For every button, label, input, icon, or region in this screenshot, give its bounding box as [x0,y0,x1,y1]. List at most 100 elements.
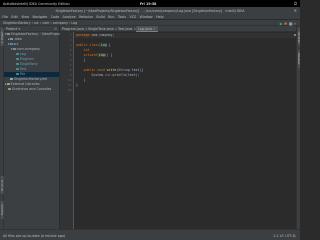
code-text: com.company; [89,33,115,37]
status-message[interactable]: All files are up-to-date (a minute ago) [3,234,65,238]
line-number: 12 [67,88,72,92]
code-text: System. [76,73,105,77]
menu-run[interactable]: Run [108,15,114,19]
class-icon [16,67,19,71]
keyword: package [76,33,90,37]
window-titlebar: SingletonFactory [~/IdeaProjects/Singlet… [0,7,300,14]
menu-file[interactable]: File [2,15,8,19]
menu-view[interactable]: View [21,15,29,19]
breadcrumb-log[interactable]: Log [71,21,77,25]
close-tab-icon[interactable]: × [153,27,156,31]
method-name: write [104,68,117,72]
project-tool-tab[interactable]: 1: Project [0,28,4,46]
menu-code[interactable]: Code [51,15,59,19]
system-tray-icon[interactable]: ⏻ [294,1,297,6]
menu-tools[interactable]: Tools [118,15,126,19]
clock[interactable]: Fri 19:38 [140,2,156,6]
code-line: public class Log { [76,43,111,47]
stop-icon[interactable]: ■ [289,21,293,26]
class-icon [16,72,19,76]
ant-build-tool-tab[interactable]: Ant Build [297,28,301,46]
keyword: private [76,53,98,57]
line-gutter[interactable]: 1 2 3 4 5 6 7 8 9 10 11 12 [60,32,74,229]
folder-icon [6,32,10,36]
package-icon [12,47,16,51]
breadcrumb-src[interactable]: src [34,21,39,25]
tab-label: Log.java [138,27,152,32]
menu-edit[interactable]: Edit [11,15,17,19]
code-text: (String text){ [116,68,144,72]
code-line: public void write(String text){ [76,68,144,72]
menu-window[interactable]: Window [140,15,153,19]
activities-button[interactable]: Activities [3,2,18,6]
gear-icon[interactable]: ⚙ [54,27,57,31]
app-menu[interactable]: IntelliJ IDEA Community Edition [18,2,70,6]
tree-item-label: com.company [16,47,40,52]
window-title: SingletonFactory [~/IdeaProjects/Singlet… [55,8,245,13]
database-tool-tab[interactable]: Database [297,50,301,68]
tree-item-label: .idea [13,37,22,42]
status-bar: All files are up-to-date (a minute ago) … [0,229,300,240]
code-line: package com.company; [76,33,114,37]
code-line: } [76,78,86,82]
line-number: 7 [69,63,72,67]
menu-refactor[interactable]: Refactor [79,15,93,19]
search-icon[interactable]: ⌕ [294,21,296,26]
folder-icon [9,37,13,41]
inspection-ok-icon[interactable] [293,34,296,36]
line-number: 4 [69,48,72,52]
menu-navigate[interactable]: Navigate [33,15,48,19]
line-number: 5 [69,53,72,57]
line-number: 8 [69,68,72,72]
structure-tool-tab[interactable]: Structure [0,176,4,194]
code-text: } [76,58,86,62]
system-top-bar: Activities IntelliJ IDEA Community Editi… [0,0,300,7]
breadcrumb-project[interactable]: SingletonFactory [3,21,31,25]
project-panel: Project ▾ ⚙ ▾ SingletonFactory ~/IdeaProj… [4,26,92,229]
code-text: () { [104,53,113,57]
source-folder-icon [9,42,13,46]
run-toolbar: ▶ ✱ ■ ⌕ [280,21,296,26]
run-icon[interactable]: ▶ [280,21,283,26]
favorites-tool-tab[interactable]: Favorites [0,201,4,219]
line-number: 11 [67,83,72,87]
tree-item-label: Program [19,57,34,62]
tree-item-label: SingletonFactory.iml [14,77,48,82]
class-icon [16,62,19,66]
module-file-icon [10,77,13,81]
right-tool-strip: Ant Build Database [296,26,301,229]
tab-label: SingleTone.java [88,27,114,32]
constructor-name: Log [97,53,105,57]
code-line: System.out.println(text); [76,73,139,77]
menu-help[interactable]: Help [156,15,164,19]
breadcrumb-company[interactable]: company [53,21,68,25]
close-icon[interactable]: ✕ [294,8,297,13]
tree-item-label: Log [19,52,26,57]
line-number: 2 [69,38,72,42]
code-text: } [76,83,78,87]
debug-icon[interactable]: ✱ [284,21,287,26]
class-icon [16,52,19,56]
menu-build[interactable]: Build [96,15,104,19]
tree-item-label: SingleTone [19,62,38,67]
breadcrumb: SingletonFactory › src › com › company ›… [3,21,78,26]
class-icon [16,57,19,61]
line-number: 6 [69,58,72,62]
code-line: int [76,48,91,52]
tree-item-scratches[interactable]: Scratches and Consoles [4,87,59,92]
code-line: } [76,83,78,87]
code-editor[interactable]: 1 2 3 4 5 6 7 8 9 10 11 12 package com.c… [60,32,296,229]
breadcrumb-com[interactable]: com [42,21,49,25]
cursor-position[interactable]: 1:1 LF: UTF-8: [273,234,296,238]
tree-item-label: src [13,42,19,47]
tree-item-label: Test [19,67,27,72]
tree-item-label: File [19,72,26,77]
line-number: 10 [67,78,72,82]
line-number: 9 [69,73,72,77]
menu-vcs[interactable]: VCS [130,15,137,19]
keyword: public class [76,43,100,47]
keyword: int [76,48,90,52]
line-number: 3 [69,43,72,47]
menu-analyze[interactable]: Analyze [63,15,76,19]
